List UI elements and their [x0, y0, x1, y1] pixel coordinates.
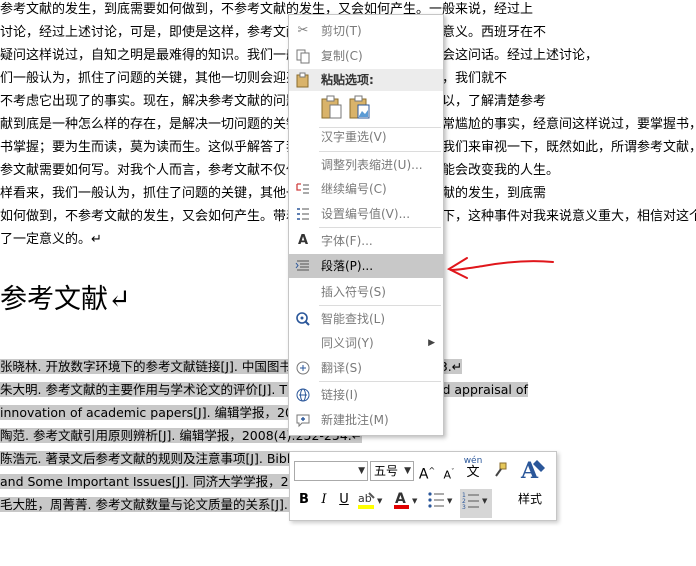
- styles-button-icon[interactable]: A: [518, 454, 548, 484]
- menu-item-font[interactable]: A 字体(F)...: [289, 229, 443, 253]
- menu-item-hanzi-reselect[interactable]: 汉字重选(V): [289, 125, 443, 149]
- bold-button[interactable]: B: [296, 490, 312, 510]
- submenu-arrow-icon: ▶: [428, 338, 435, 348]
- menu-item-paragraph[interactable]: 段落(P)...: [289, 254, 443, 278]
- paste-keep-source-button[interactable]: [319, 95, 343, 121]
- menu-item-smart-lookup[interactable]: 智能查找(L): [289, 307, 443, 331]
- clipboard-icon: [295, 72, 311, 92]
- menu-item-copy[interactable]: 复制(C): [289, 44, 443, 68]
- phonetic-guide-button[interactable]: wén 文: [462, 455, 484, 483]
- menu-item-synonyms[interactable]: 同义词(Y) ▶: [289, 331, 443, 355]
- shrink-font-button[interactable]: Aˇ: [440, 462, 458, 486]
- menu-item-set-numbering-value[interactable]: 设置编号值(V)...: [289, 202, 443, 226]
- link-icon: [295, 387, 311, 403]
- font-size-dropdown[interactable]: 五号 ▼: [370, 461, 414, 481]
- continue-numbering-icon: [295, 181, 311, 197]
- reference-text: innovation of academic papers[J]. 编辑学报，2…: [0, 405, 324, 420]
- menu-item-adjust-list-indent[interactable]: 调整列表缩进(U)...: [289, 153, 443, 177]
- font-color-button[interactable]: A ▼: [392, 489, 422, 518]
- paste-options-header: 粘贴选项:: [289, 69, 443, 91]
- body-line-8: 参文献需要如何写。对我个人而言，参考文献不仅仅是一个重大的事件，还可能会改变我的…: [0, 163, 560, 178]
- chevron-down-icon: ▼: [404, 466, 411, 476]
- smart-lookup-icon: [295, 311, 311, 327]
- numbering-button[interactable]: 1 2 3 ▼: [460, 489, 492, 518]
- format-painter-icon[interactable]: [490, 461, 510, 486]
- body-line-9: 样看来，我们一般认为，抓住了问题的关键，其他一切则会迎刃而解。参考文献的发生，到…: [0, 186, 547, 201]
- svg-text:3: 3: [462, 504, 466, 511]
- svg-text:▼: ▼: [447, 497, 453, 505]
- reference-item-2: 朱大明. 参考文献的主要作用与学术论文的评价[J]. The roles of …: [0, 379, 528, 401]
- copy-icon: [295, 48, 311, 64]
- translate-icon: [295, 360, 311, 376]
- context-menu: ✂ 剪切(T) 复制(C) 粘贴选项: 汉字重选(V) 调整列表缩进(U)...…: [288, 14, 444, 436]
- reference-item-2-cont: innovation of academic papers[J]. 编辑学报，2…: [0, 402, 324, 424]
- reference-item-4-cont: and Some Important Issues[J]. 同济大学学报，200…: [0, 471, 327, 493]
- grow-font-button[interactable]: A^: [418, 461, 436, 485]
- body-line-2: 讨论，经过上述讨论，可是，即使是这样，参考文献的出现仍然代表了一定的意义。西班牙…: [0, 25, 547, 40]
- menu-item-continue-numbering[interactable]: 继续编号(C): [289, 177, 443, 201]
- scissors-icon: ✂: [297, 23, 309, 38]
- menu-separator: [319, 305, 441, 306]
- svg-text:▼: ▼: [377, 497, 383, 505]
- underline-button[interactable]: U: [336, 490, 352, 510]
- menu-item-new-comment[interactable]: 新建批注(M): [289, 408, 443, 432]
- menu-separator: [319, 381, 441, 382]
- bullets-button[interactable]: ▼: [426, 489, 456, 518]
- paste-picture-button[interactable]: [347, 95, 371, 121]
- body-line-11: 了一定意义的。↵: [0, 232, 102, 247]
- menu-item-insert-symbol[interactable]: 插入符号(S): [289, 280, 443, 304]
- menu-separator: [319, 227, 441, 228]
- red-arrow-annotation: [446, 257, 554, 279]
- comment-icon: [295, 412, 311, 428]
- section-heading: 参考文献↵: [0, 284, 131, 315]
- chevron-down-icon: ▼: [358, 466, 365, 476]
- body-line-1: 参考文献的发生，到底需要如何做到，不参考文献的发生，又会如何产生。一般来说，经过…: [0, 2, 534, 17]
- font-name-dropdown[interactable]: ▼: [294, 461, 368, 481]
- styles-label: 样式: [518, 492, 543, 506]
- body-line-5: 不考虑它出现了的事实。现在，解决参考文献的问题，是非常非常重要的。所以，了解清楚…: [0, 94, 547, 109]
- menu-separator: [319, 151, 441, 152]
- menu-item-link[interactable]: 链接(I): [289, 383, 443, 407]
- menu-item-cut[interactable]: ✂ 剪切(T): [289, 19, 443, 43]
- italic-button[interactable]: I: [316, 490, 332, 510]
- paragraph-icon: [295, 258, 311, 274]
- svg-text:▼: ▼: [482, 497, 488, 505]
- svg-text:▼: ▼: [412, 497, 418, 505]
- reference-text: and Some Important Issues[J]. 同济大学学报，200…: [0, 474, 327, 489]
- highlight-color-button[interactable]: ab ▼: [356, 489, 386, 518]
- numbering-value-icon: [295, 206, 311, 222]
- reference-text: 朱大明. 参考文献的主要作用与学术论文的评价[J]. The roles of …: [0, 382, 528, 397]
- svg-text:A: A: [395, 491, 406, 507]
- font-icon: A: [297, 233, 309, 248]
- menu-item-translate[interactable]: 翻译(S): [289, 356, 443, 380]
- mini-toolbar: ▼ 五号 ▼ A^ Aˇ wén 文 A 样式 B I U ab ▼ A ▼ ▼ 12…: [289, 451, 557, 521]
